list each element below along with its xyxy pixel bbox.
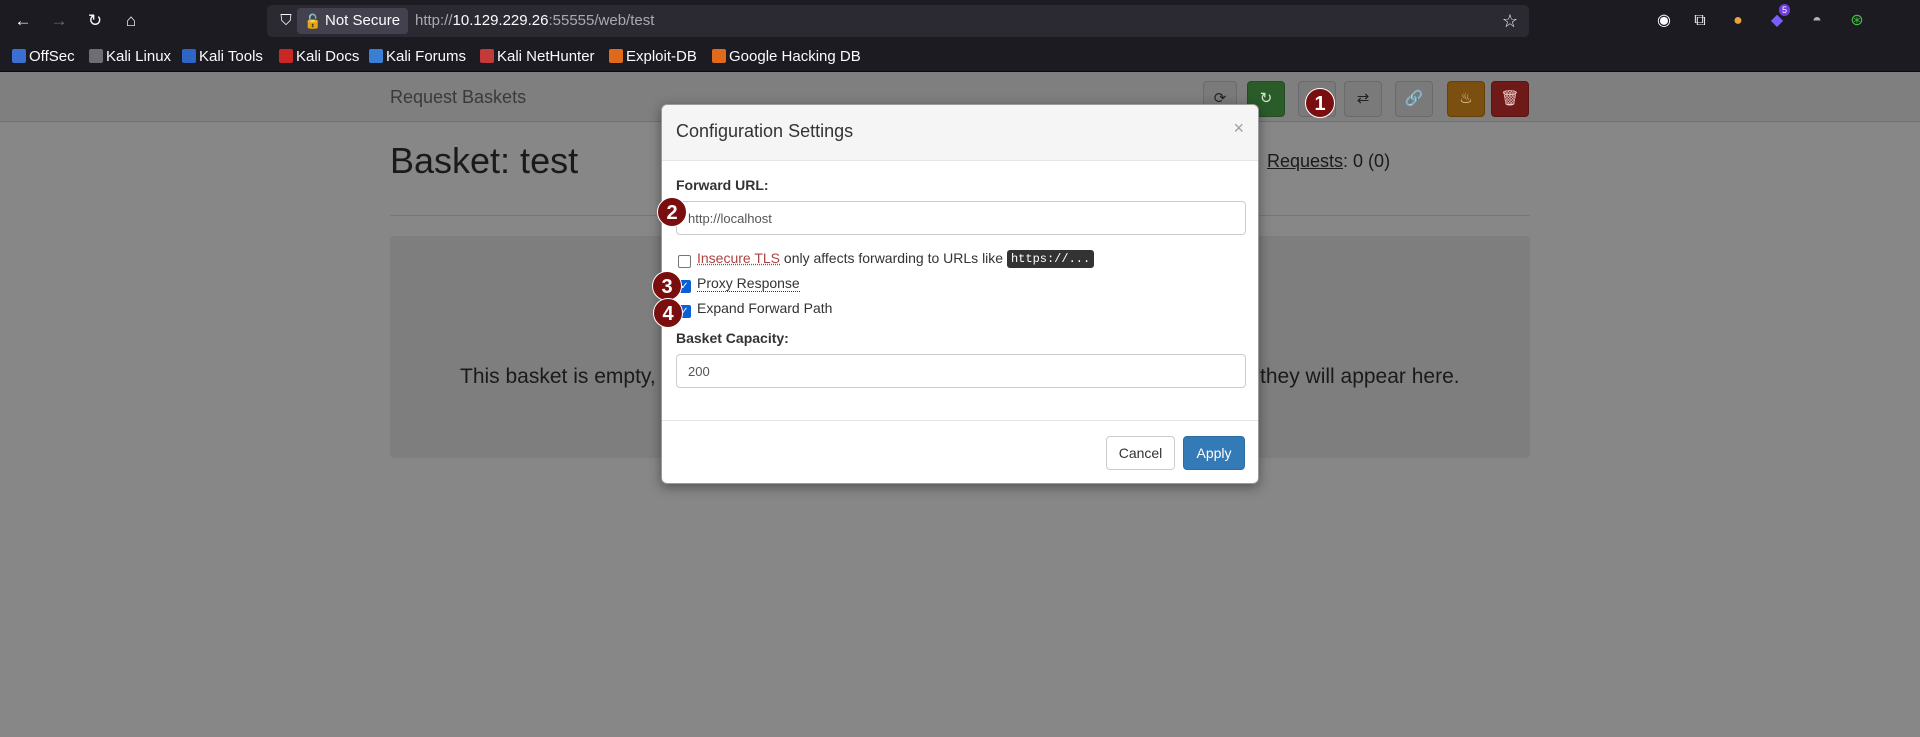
insecure-tls-checkbox[interactable] bbox=[678, 255, 691, 268]
insecure-tls-link[interactable]: Insecure TLS bbox=[697, 250, 780, 266]
annotation-marker-2: 2 bbox=[657, 197, 687, 227]
security-label: Not Secure bbox=[325, 12, 401, 29]
basket-capacity-input[interactable] bbox=[676, 354, 1246, 388]
requests-link[interactable]: Requests bbox=[1267, 151, 1343, 171]
https-code: https://... bbox=[1006, 250, 1095, 268]
link-button[interactable]: 🔗 bbox=[1395, 81, 1433, 117]
bookmark-kali-linux[interactable]: Kali Linux bbox=[89, 48, 171, 66]
ghdb-icon bbox=[712, 49, 726, 63]
green-extension-icon[interactable]: ⊛ bbox=[1846, 10, 1868, 32]
modal-title: Configuration Settings bbox=[676, 121, 854, 141]
annotation-marker-4: 4 bbox=[653, 298, 683, 328]
bookmark-label: Kali Tools bbox=[199, 48, 263, 65]
proxy-response-label: Proxy Response bbox=[697, 275, 800, 292]
app-brand[interactable]: Request Baskets bbox=[390, 87, 526, 108]
fire-icon: ♨ bbox=[1459, 90, 1473, 107]
empty-message-start: This basket is empty, bbox=[460, 365, 656, 388]
addon-icon[interactable]: ◆ 5 bbox=[1766, 4, 1791, 32]
empty-message-end: they will appear here. bbox=[1260, 365, 1460, 388]
kali-forums-icon bbox=[369, 49, 383, 63]
bookmark-offsec[interactable]: OffSec bbox=[12, 48, 75, 66]
proxy-response-text: Proxy Response bbox=[697, 275, 800, 292]
clear-button[interactable]: ♨ bbox=[1447, 81, 1485, 117]
annotation-marker-1: 1 bbox=[1305, 88, 1335, 118]
bookmark-label: Kali Forums bbox=[386, 48, 467, 65]
annotation-marker-3: 3 bbox=[652, 271, 682, 301]
account-icon[interactable]: ◉ bbox=[1653, 10, 1675, 32]
shield-icon[interactable]: ⛉ bbox=[277, 12, 295, 30]
offsec-icon bbox=[12, 49, 26, 63]
cancel-button[interactable]: Cancel bbox=[1106, 436, 1175, 470]
basket-title: Basket: test bbox=[390, 140, 579, 181]
extension-badge: 5 bbox=[1779, 4, 1791, 16]
bookmark-label: Kali NetHunter bbox=[497, 48, 595, 65]
url-host: 10.129.229.26 bbox=[452, 12, 549, 29]
refresh-icon: ↻ bbox=[1259, 90, 1273, 107]
bookmark-label: OffSec bbox=[29, 48, 75, 65]
security-indicator[interactable]: 🔓 Not Secure bbox=[297, 8, 409, 34]
hat-extension-icon[interactable]: ◓ bbox=[1806, 10, 1828, 32]
bookmark-kali-tools[interactable]: Kali Tools bbox=[182, 48, 263, 66]
bookmark-kali-forums[interactable]: Kali Forums bbox=[369, 48, 466, 66]
cookie-extension-icon[interactable]: ● bbox=[1727, 10, 1749, 32]
delete-button[interactable]: 🗑 bbox=[1491, 81, 1529, 117]
forward-url-input[interactable] bbox=[676, 201, 1246, 235]
exploit-db-icon bbox=[609, 49, 623, 63]
requests-counter: Requests: 0 (0) bbox=[1267, 151, 1390, 172]
bookmark-exploit-db[interactable]: Exploit-DB bbox=[609, 48, 697, 66]
insecure-tls-text: Insecure TLS only affects forwarding to … bbox=[697, 250, 1095, 268]
bookmark-label: Google Hacking DB bbox=[729, 48, 861, 65]
close-icon[interactable]: × bbox=[1233, 119, 1244, 137]
requests-value: : 0 (0) bbox=[1343, 151, 1391, 171]
bookmark-kali-nethunter[interactable]: Kali NetHunter bbox=[480, 48, 595, 66]
forward-arrow-icon[interactable]: → bbox=[47, 9, 71, 33]
trash-icon: 🗑 bbox=[1500, 90, 1520, 107]
kali-tools-icon bbox=[182, 49, 196, 63]
modal-footer-divider bbox=[662, 420, 1258, 421]
home-icon[interactable]: ⌂ bbox=[119, 9, 143, 33]
reload-icon[interactable]: ↻ bbox=[83, 9, 107, 33]
bookmark-label: Kali Linux bbox=[106, 48, 172, 65]
modal-header: Configuration Settings × bbox=[662, 105, 1258, 161]
bookmark-label: Exploit-DB bbox=[626, 48, 697, 65]
link-icon: 🔗 bbox=[1404, 90, 1424, 107]
browser-toolbar: ← → ↻ ⌂ ⛉ 🔓 Not Secure http://10.129.229… bbox=[0, 0, 1920, 42]
basket-capacity-label: Basket Capacity: bbox=[676, 330, 789, 346]
kali-docs-icon bbox=[279, 49, 293, 63]
bookmark-star-icon[interactable]: ☆ bbox=[1499, 10, 1521, 32]
insecure-tls-note: only affects forwarding to URLs like bbox=[780, 250, 1007, 266]
exchange-icon: ⇄ bbox=[1356, 90, 1370, 107]
url-bar[interactable]: ⛉ 🔓 Not Secure http://10.129.229.26:5555… bbox=[267, 5, 1529, 37]
url-prefix: http:// bbox=[415, 12, 453, 29]
bookmarks-bar: OffSec Kali Linux Kali Tools Kali Docs K… bbox=[0, 42, 1920, 72]
extensions-icon[interactable]: ⧉ bbox=[1689, 10, 1711, 32]
url-text[interactable]: http://10.129.229.26:55555/web/test bbox=[415, 5, 654, 37]
nethunter-icon bbox=[480, 49, 494, 63]
configuration-modal: Configuration Settings × Forward URL: In… bbox=[661, 104, 1259, 484]
back-arrow-icon[interactable]: ← bbox=[11, 9, 35, 33]
expand-forward-path-label: Expand Forward Path bbox=[697, 300, 833, 316]
bookmark-kali-docs[interactable]: Kali Docs bbox=[279, 48, 359, 66]
forward-url-label: Forward URL: bbox=[676, 177, 769, 193]
bookmark-label: Kali Docs bbox=[296, 48, 360, 65]
url-rest: :55555/web/test bbox=[548, 12, 655, 29]
responses-button[interactable]: ⇄ bbox=[1344, 81, 1382, 117]
lock-icon: 🔓 bbox=[304, 13, 322, 29]
bookmark-google-hacking-db[interactable]: Google Hacking DB bbox=[712, 48, 861, 66]
kali-dragon-icon bbox=[89, 49, 103, 63]
apply-button[interactable]: Apply bbox=[1183, 436, 1245, 470]
